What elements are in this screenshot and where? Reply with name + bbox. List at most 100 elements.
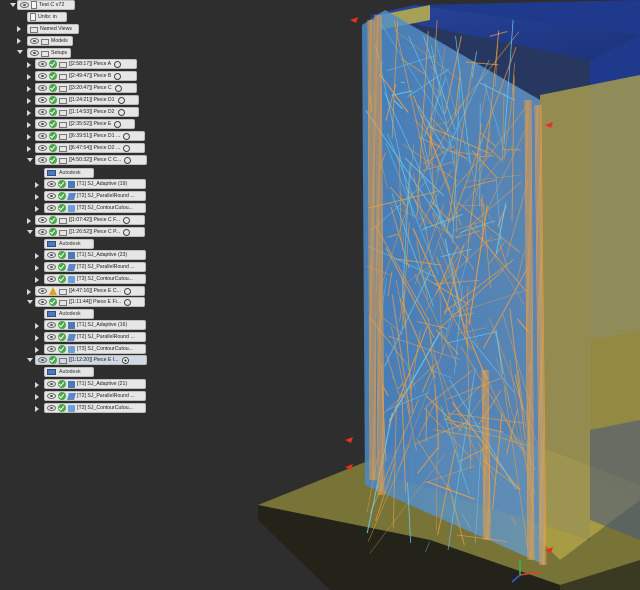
expand-arrow[interactable] (35, 253, 39, 259)
parallel-icon (67, 333, 76, 341)
operation-item[interactable]: [T1] SJ_Adaptive (23) (44, 250, 146, 260)
visibility-eye-icon[interactable] (47, 346, 56, 352)
adaptive-icon (68, 321, 75, 329)
visibility-eye-icon[interactable] (47, 252, 56, 258)
setup-icon (59, 86, 67, 92)
expand-arrow[interactable] (27, 230, 33, 234)
setups-folder[interactable]: Setups (27, 48, 71, 58)
visibility-eye-icon[interactable] (47, 381, 56, 387)
visibility-eye-icon[interactable] (38, 157, 47, 163)
operation-item[interactable]: [T2] SJ_ParallelRound ... (44, 391, 146, 401)
setup-item[interactable]: [[2:35:52]] Piece E (35, 119, 135, 129)
setup-item[interactable]: [[1:26:52]] Piece C P... (35, 227, 145, 237)
expand-arrow[interactable] (35, 206, 39, 212)
visibility-eye-icon[interactable] (47, 264, 56, 270)
expand-arrow[interactable] (35, 265, 39, 271)
operation-item[interactable]: [T3] SJ_ContourCutou... (44, 274, 146, 284)
setup-item[interactable]: [[1:07:42]] Piece C F... (35, 215, 145, 225)
visibility-eye-icon[interactable] (38, 97, 47, 103)
autodesk-library-item[interactable]: Autodesk (44, 309, 94, 319)
visibility-eye-icon[interactable] (47, 405, 56, 411)
operation-item[interactable]: [T2] SJ_ParallelRound ... (44, 332, 146, 342)
expand-arrow[interactable] (35, 194, 39, 200)
expand-arrow[interactable] (35, 182, 39, 188)
expand-arrow[interactable] (27, 98, 31, 104)
expand-arrow[interactable] (27, 134, 31, 140)
expand-arrow[interactable] (27, 158, 33, 162)
visibility-eye-icon[interactable] (47, 393, 56, 399)
setup-item[interactable]: [[2:49:47]] Piece B (35, 71, 137, 81)
operation-item[interactable]: [T1] SJ_Adaptive (16) (44, 320, 146, 330)
operation-item[interactable]: [T1] SJ_Adaptive (21) (44, 379, 146, 389)
expand-arrow[interactable] (27, 218, 31, 224)
visibility-eye-icon[interactable] (30, 50, 39, 56)
autodesk-library-item[interactable]: Autodesk (44, 367, 94, 377)
expand-arrow[interactable] (10, 3, 16, 7)
visibility-eye-icon[interactable] (47, 205, 56, 211)
visibility-eye-icon[interactable] (38, 299, 47, 305)
expand-arrow[interactable] (17, 38, 21, 44)
autodesk-library-item[interactable]: Autodesk (44, 168, 94, 178)
operation-item[interactable]: [T3] SJ_ContourCutou... (44, 203, 146, 213)
browser-root[interactable]: Test C v72 (17, 0, 75, 10)
operation-item[interactable]: [T2] SJ_ParallelRound ... (44, 191, 146, 201)
visibility-eye-icon[interactable] (38, 85, 47, 91)
setup-item[interactable]: [[3:20:47]] Piece C (35, 83, 137, 93)
expand-arrow[interactable] (27, 289, 31, 295)
visibility-eye-icon[interactable] (47, 181, 56, 187)
visibility-eye-icon[interactable] (38, 61, 47, 67)
visibility-eye-icon[interactable] (38, 73, 47, 79)
expand-arrow[interactable] (27, 358, 33, 362)
expand-arrow[interactable] (27, 122, 31, 128)
setup-item[interactable]: [[6:47:54]] Piece D2 ... (35, 143, 145, 153)
expand-arrow[interactable] (27, 146, 31, 152)
expand-arrow[interactable] (35, 335, 39, 341)
setup-item[interactable]: [[4:50:32]] Piece C C... (35, 155, 147, 165)
setup-item[interactable]: [[1:14:53]] Piece D2 (35, 107, 139, 117)
visibility-eye-icon[interactable] (38, 121, 47, 127)
autodesk-library-item[interactable]: Autodesk (44, 239, 94, 249)
status-circle-icon (117, 108, 125, 116)
expand-arrow[interactable] (35, 406, 39, 412)
operation-item[interactable]: [T2] SJ_ParallelRound ... (44, 262, 146, 272)
expand-arrow[interactable] (27, 62, 31, 68)
expand-arrow[interactable] (27, 300, 33, 304)
visibility-eye-icon[interactable] (47, 193, 56, 199)
expand-arrow[interactable] (27, 86, 31, 92)
expand-arrow[interactable] (35, 277, 39, 283)
visibility-eye-icon[interactable] (38, 217, 47, 223)
operation-item[interactable]: [T3] SJ_ContourCutou... (44, 344, 146, 354)
setup-item-active[interactable]: [[1:12:20]] Piece E I... (35, 355, 147, 365)
setup-item[interactable]: [[1:24:21]] Piece D1 (35, 95, 139, 105)
visibility-eye-icon[interactable] (38, 133, 47, 139)
visibility-eye-icon[interactable] (30, 38, 39, 44)
setup-item[interactable]: [[1:11:44]] Piece E Fi... (35, 297, 145, 307)
visibility-eye-icon[interactable] (38, 229, 47, 235)
setup-item[interactable]: [[4:47:16]] Piece E C... (35, 286, 145, 296)
expand-arrow[interactable] (35, 323, 39, 329)
expand-arrow[interactable] (35, 382, 39, 388)
visibility-eye-icon[interactable] (38, 288, 47, 294)
visibility-eye-icon[interactable] (38, 357, 47, 363)
visibility-eye-icon[interactable] (38, 109, 47, 115)
operation-item[interactable]: [T1] SJ_Adaptive (19) (44, 179, 146, 189)
visibility-eye-icon[interactable] (47, 322, 56, 328)
visibility-eye-icon[interactable] (20, 2, 29, 8)
expand-arrow[interactable] (35, 347, 39, 353)
visibility-eye-icon[interactable] (47, 334, 56, 340)
setup-item[interactable]: [[6:39:51]] Piece D1 ... (35, 131, 145, 141)
expand-arrow[interactable] (27, 110, 31, 116)
expand-arrow[interactable] (17, 26, 21, 32)
visibility-eye-icon[interactable] (38, 145, 47, 151)
status-circle-icon (123, 144, 131, 152)
expand-arrow[interactable] (35, 394, 39, 400)
named-views-folder[interactable]: Named Views (27, 24, 79, 34)
models-folder[interactable]: Models (27, 36, 73, 46)
expand-arrow[interactable] (17, 50, 23, 54)
operation-item[interactable]: [T3] SJ_ContourCutou... (44, 403, 146, 413)
adaptive-icon (68, 380, 75, 388)
expand-arrow[interactable] (27, 74, 31, 80)
visibility-eye-icon[interactable] (47, 276, 56, 282)
setup-item[interactable]: [[2:58:17]] Piece A (35, 59, 137, 69)
units-item[interactable]: Units: in (27, 12, 67, 22)
